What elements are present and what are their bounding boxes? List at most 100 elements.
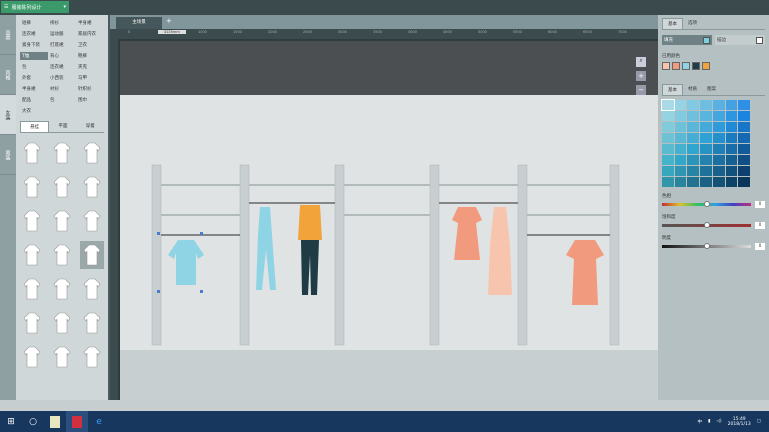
garment-type-item[interactable]: 褂衫 xyxy=(48,19,76,27)
garment-thumbnail[interactable] xyxy=(20,241,44,269)
garment-thumbnail[interactable] xyxy=(20,343,44,371)
palette-swatch[interactable] xyxy=(662,166,674,176)
garment-thumbnail[interactable] xyxy=(50,173,74,201)
volume-icon[interactable]: ◁) xyxy=(716,419,721,424)
stroke-color-field[interactable]: 描边 xyxy=(715,35,765,45)
palette-swatch[interactable] xyxy=(662,111,674,121)
palette-swatch[interactable] xyxy=(738,144,750,154)
ime-indicator[interactable]: 中 xyxy=(697,419,702,425)
slider-knob[interactable] xyxy=(703,222,710,228)
palette-swatch[interactable] xyxy=(700,122,712,132)
palette-swatch[interactable] xyxy=(712,144,725,154)
palette-swatch[interactable] xyxy=(662,155,674,165)
fill-color-swatch[interactable] xyxy=(703,36,710,44)
vtab-style[interactable]: 风格 xyxy=(0,55,16,95)
garment-type-item[interactable]: 外套 xyxy=(20,74,48,82)
garment-type-item[interactable]: 围巾 xyxy=(76,96,104,104)
tab-main-scene[interactable]: 主场景 xyxy=(116,17,162,29)
palette-swatch[interactable] xyxy=(700,111,712,121)
garment-thumbnail[interactable] xyxy=(80,241,104,269)
garment-type-item[interactable]: 打底裙 xyxy=(48,41,76,49)
palette-swatch[interactable] xyxy=(712,100,725,110)
tab-pattern[interactable]: 图案 xyxy=(702,84,721,95)
palette-swatch[interactable] xyxy=(674,100,687,110)
palette-swatch[interactable] xyxy=(712,133,725,143)
palette-swatch[interactable] xyxy=(674,111,687,121)
garment-type-item[interactable]: 短裤 xyxy=(20,19,48,27)
garment-thumbnail[interactable] xyxy=(20,309,44,337)
garment-thumbnail[interactable] xyxy=(50,343,74,371)
used-color-swatch[interactable] xyxy=(672,62,680,70)
palette-swatch[interactable] xyxy=(674,144,687,154)
palette-swatch[interactable] xyxy=(725,133,738,143)
palette-swatch[interactable] xyxy=(725,122,738,132)
garment-thumbnail[interactable] xyxy=(80,343,104,371)
garment-type-item[interactable]: 运动服 xyxy=(48,30,76,38)
notification-icon[interactable]: ▢ xyxy=(757,419,761,424)
garment-type-item[interactable]: 家居内衣 xyxy=(76,30,104,38)
palette-swatch[interactable] xyxy=(700,144,712,154)
palette-swatch[interactable] xyxy=(712,111,725,121)
garment-thumbnail[interactable] xyxy=(20,207,44,235)
palette-swatch[interactable] xyxy=(700,166,712,176)
garment-thumbnail[interactable] xyxy=(80,139,104,167)
palette-swatch[interactable] xyxy=(725,144,738,154)
palette-swatch[interactable] xyxy=(674,155,687,165)
tab-flat[interactable]: 平面 xyxy=(49,121,76,132)
clock-date[interactable]: 2018/1/13 xyxy=(728,422,751,427)
garment-type-item[interactable]: 连衣裙 xyxy=(48,63,76,71)
slider-track[interactable] xyxy=(662,222,751,228)
windows-start-icon[interactable]: ⊞ xyxy=(0,411,22,432)
palette-swatch[interactable] xyxy=(725,155,738,165)
slider-knob[interactable] xyxy=(703,243,710,249)
palette-swatch[interactable] xyxy=(700,100,712,110)
palette-swatch[interactable] xyxy=(712,177,725,187)
stroke-color-swatch[interactable] xyxy=(756,36,763,44)
palette-swatch[interactable] xyxy=(725,100,738,110)
palette-swatch[interactable] xyxy=(687,166,700,176)
garment-tshirt-blue[interactable] xyxy=(168,240,204,285)
network-icon[interactable]: ▮ xyxy=(708,419,710,424)
palette-swatch[interactable] xyxy=(687,133,700,143)
palette-swatch[interactable] xyxy=(712,122,725,132)
palette-swatch[interactable] xyxy=(700,133,712,143)
garment-type-item[interactable]: 连衣裙 xyxy=(20,30,48,38)
search-icon[interactable]: ○ xyxy=(22,411,44,432)
garment-thumbnail[interactable] xyxy=(50,207,74,235)
palette-swatch[interactable] xyxy=(687,144,700,154)
garment-thumbnail[interactable] xyxy=(80,275,104,303)
slider-value[interactable]: 0 xyxy=(755,222,765,229)
tab-hanging[interactable]: 悬挂 xyxy=(20,121,50,132)
palette-swatch[interactable] xyxy=(738,133,750,143)
tab-options[interactable]: 选项 xyxy=(683,18,702,29)
palette-swatch[interactable] xyxy=(738,111,750,121)
garment-type-item[interactable]: 大衣 xyxy=(20,107,48,115)
garment-type-item[interactable]: 衬衫 xyxy=(48,85,76,93)
palette-swatch[interactable] xyxy=(725,111,738,121)
garment-type-item[interactable]: 半身裙 xyxy=(20,85,48,93)
zoom-in-icon[interactable]: + xyxy=(636,71,646,81)
garment-thumbnail[interactable] xyxy=(20,173,44,201)
palette-swatch[interactable] xyxy=(687,122,700,132)
tab-basic[interactable]: 基本 xyxy=(662,18,683,29)
horizontal-scrollbar[interactable] xyxy=(0,400,769,411)
palette-swatch[interactable] xyxy=(725,177,738,187)
garment-thumbnail[interactable] xyxy=(80,173,104,201)
palette-swatch[interactable] xyxy=(738,177,750,187)
palette-swatch[interactable] xyxy=(738,122,750,132)
palette-swatch[interactable] xyxy=(662,177,674,187)
garment-type-item[interactable]: 包 xyxy=(48,96,76,104)
garment-top-orange-jeans[interactable] xyxy=(298,205,322,295)
garment-thumbnail[interactable] xyxy=(50,139,74,167)
tab-color-basic[interactable]: 基本 xyxy=(662,84,683,95)
used-color-swatch[interactable] xyxy=(662,62,670,70)
app-icon-active[interactable] xyxy=(66,411,88,432)
palette-swatch[interactable] xyxy=(661,99,675,111)
garment-type-item[interactable]: 马甲 xyxy=(76,74,104,82)
garment-type-item[interactable]: 针织衫 xyxy=(76,85,104,93)
palette-swatch[interactable] xyxy=(674,133,687,143)
tab-material[interactable]: 材质 xyxy=(683,84,702,95)
palette-swatch[interactable] xyxy=(738,155,750,165)
fill-color-field[interactable]: 填充 xyxy=(662,35,712,45)
zoom-fit-icon[interactable]: ⌕ xyxy=(636,57,646,67)
